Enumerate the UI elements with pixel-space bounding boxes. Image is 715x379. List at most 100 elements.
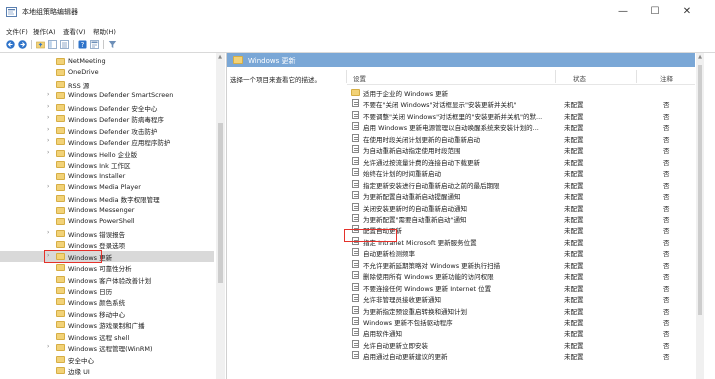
tree-item[interactable]: › Windows 更新 — [0, 250, 214, 262]
filter-icon[interactable] — [108, 40, 117, 49]
policy-row[interactable]: 允许非管理员接收更新通知 未配置 否 — [347, 293, 695, 304]
policy-note: 否 — [663, 227, 670, 236]
folder-icon — [56, 195, 65, 203]
tree-item-label: Windows Ink 工作区 — [68, 162, 131, 171]
tree-item[interactable]: 边缘 UI — [0, 365, 214, 376]
tree-item[interactable]: › Windows Media Player — [0, 182, 214, 193]
policy-row[interactable]: 允许通过按流量计费的连接自动下载更新 未配置 否 — [347, 156, 695, 167]
tree-item[interactable]: Windows Installer — [0, 171, 214, 182]
expand-arrow-icon[interactable]: › — [47, 126, 49, 133]
expand-arrow-icon[interactable]: › — [47, 91, 49, 98]
policy-state: 未配置 — [564, 170, 584, 179]
expand-arrow-icon[interactable]: › — [47, 183, 49, 190]
tree-scrollbar[interactable]: ▲ — [216, 53, 225, 379]
policy-row[interactable]: 指定 Intranet Microsoft 更新服务位置 未配置否 — [347, 236, 695, 247]
policy-row[interactable]: 启用软件通知 未配置 否 — [347, 327, 695, 338]
up-folder-icon[interactable] — [36, 40, 45, 49]
minimize-button[interactable]: — — [608, 4, 638, 20]
tree-item[interactable]: › Windows Hello 企业版 — [0, 148, 214, 159]
tree-item[interactable]: Windows 可靠性分析 — [0, 262, 214, 273]
menu-file[interactable]: 文件(F) — [6, 26, 28, 36]
tree-item[interactable]: Windows 登录选项 — [0, 239, 214, 250]
tree-item-label: Windows 远程管理(WinRM) — [68, 345, 153, 354]
policy-setting-icon — [352, 294, 359, 303]
policy-row[interactable]: 配置自动更新 未配置否 — [347, 224, 695, 235]
maximize-button[interactable]: ☐ — [640, 4, 670, 20]
forward-icon[interactable] — [18, 40, 27, 49]
menu-action[interactable]: 操作(A) — [33, 26, 56, 36]
expand-arrow-icon[interactable]: › — [47, 343, 49, 350]
close-button[interactable]: ✕ — [672, 4, 702, 20]
folder-icon — [351, 89, 360, 96]
tree-item[interactable]: Windows 客户体验改善计划 — [0, 274, 214, 285]
tree-item[interactable]: Windows Messenger — [0, 205, 214, 216]
policy-row[interactable]: 为更新配置"需要自动重新启动"通知 未配置 否 — [347, 213, 695, 224]
tree-item-label: NetMeeting — [68, 57, 106, 65]
back-icon[interactable] — [6, 40, 15, 49]
policy-row[interactable]: 不要在"关闭 Windows"对话框显示"安装更新并关机" 未配置 否 — [347, 98, 695, 109]
policy-note: 否 — [663, 250, 670, 259]
tree-scrollbar-thumb[interactable] — [218, 123, 223, 283]
tree-item-label: Windows Media Player — [68, 182, 141, 191]
tree-item[interactable]: › Windows Defender 防病毒程序 — [0, 113, 214, 124]
toolbar: ? — [0, 37, 715, 53]
column-divider[interactable] — [555, 70, 556, 83]
policy-row[interactable]: 删除使用所有 Windows 更新功能的访问权限 未配置 否 — [347, 270, 695, 281]
tree-item[interactable]: Windows PowerShell — [0, 216, 214, 227]
column-header-state[interactable]: 状态 — [573, 73, 586, 83]
tree-item[interactable]: RSS 源 — [0, 79, 214, 90]
tree-item[interactable]: OneDrive — [0, 67, 214, 78]
policy-row[interactable]: 允许自动更新立即安装 未配置 否 — [347, 339, 695, 350]
policy-row[interactable]: 不要调整"关闭 Windows"对话框里的"安装更新并关机"的默... 未配置 否 — [347, 110, 695, 121]
export-list-icon[interactable] — [60, 40, 69, 49]
column-header-setting[interactable]: 设置 — [353, 73, 366, 83]
policy-row[interactable]: 指定更新安装进行自动重新启动之前的最后期限 未配置 否 — [347, 179, 695, 190]
policy-row[interactable]: 不要连接任何 Windows 更新 Internet 位置 未配置 否 — [347, 282, 695, 293]
properties-icon[interactable] — [90, 40, 99, 49]
policy-row[interactable]: Windows 更新不包括驱动程序 未配置 否 — [347, 316, 695, 327]
tree-item[interactable]: Windows 远程 shell — [0, 331, 214, 342]
expand-arrow-icon[interactable]: › — [47, 229, 49, 236]
tree-item[interactable]: NetMeeting — [0, 56, 214, 67]
column-header-note[interactable]: 注释 — [660, 73, 673, 83]
menu-view[interactable]: 查看(V) — [63, 26, 86, 36]
details-scrollbar-thumb[interactable] — [698, 65, 702, 315]
policy-row[interactable]: 为自动重新启动指定使用时段范围 未配置 否 — [347, 144, 695, 155]
expand-arrow-icon[interactable]: › — [47, 137, 49, 144]
policy-row[interactable]: 为更新指定预设重启转换和通知计划 未配置 否 — [347, 305, 695, 316]
tree-item[interactable]: › Windows Defender 安全中心 — [0, 102, 214, 113]
expand-arrow-icon[interactable]: › — [47, 149, 49, 156]
policy-row[interactable]: 关闭安装更新时的自动重新启动通知 未配置 否 — [347, 202, 695, 213]
tree-item[interactable]: Windows 移动中心 — [0, 308, 214, 319]
details-scrollbar[interactable]: ▲ — [696, 53, 704, 379]
policy-folder-row[interactable]: 适用于企业的 Windows 更新 — [347, 87, 695, 98]
policy-row[interactable]: 启用 Windows 更新电源管理以自动唤醒系统来安装计划的... 未配置 否 — [347, 121, 695, 132]
menu-help[interactable]: 帮助(H) — [93, 26, 116, 36]
policy-note: 否 — [663, 215, 670, 224]
policy-row[interactable]: 不允许更新延期策略对 Windows 更新执行扫描 未配置 否 — [347, 259, 695, 270]
tree-item[interactable]: Windows 颜色系统 — [0, 296, 214, 307]
tree-item[interactable]: Windows 日历 — [0, 285, 214, 296]
expand-arrow-icon[interactable]: › — [47, 103, 49, 110]
tree-item[interactable]: › Windows Defender 攻击防护 — [0, 125, 214, 136]
tree-item[interactable]: Windows Ink 工作区 — [0, 159, 214, 170]
tree-item[interactable]: Windows Media 数字权限管理 — [0, 193, 214, 204]
policy-row[interactable]: 为更新配置自动重新启动提醒通知 未配置 否 — [347, 190, 695, 201]
svg-text:?: ? — [81, 41, 85, 49]
tree-item[interactable]: › Windows 错误报告 — [0, 228, 214, 239]
policy-row[interactable]: 始终在计划的时间重新启动 未配置 否 — [347, 167, 695, 178]
policy-row[interactable]: 自动更新检测频率 未配置 否 — [347, 247, 695, 258]
help-icon[interactable]: ? — [78, 40, 87, 49]
column-divider[interactable] — [636, 70, 637, 83]
tree-item[interactable]: › Windows Defender 应用程序防护 — [0, 136, 214, 147]
expand-arrow-icon[interactable]: › — [47, 114, 49, 121]
tree-item[interactable]: 安全中心 — [0, 354, 214, 365]
tree-item[interactable]: › Windows 远程管理(WinRM) — [0, 342, 214, 353]
policy-row[interactable]: 在使用时段关闭计划更新的自动重新启动 未配置 否 — [347, 133, 695, 144]
show-hide-tree-icon[interactable] — [48, 40, 57, 49]
scroll-up-icon[interactable]: ▲ — [216, 54, 224, 60]
scroll-up-icon[interactable]: ▲ — [696, 54, 704, 60]
tree-item[interactable]: Windows 游戏录制和广播 — [0, 319, 214, 330]
tree-item[interactable]: › Windows Defender SmartScreen — [0, 90, 214, 101]
policy-row[interactable]: 启用通过自动更新建议的更新 未配置 否 — [347, 350, 695, 361]
